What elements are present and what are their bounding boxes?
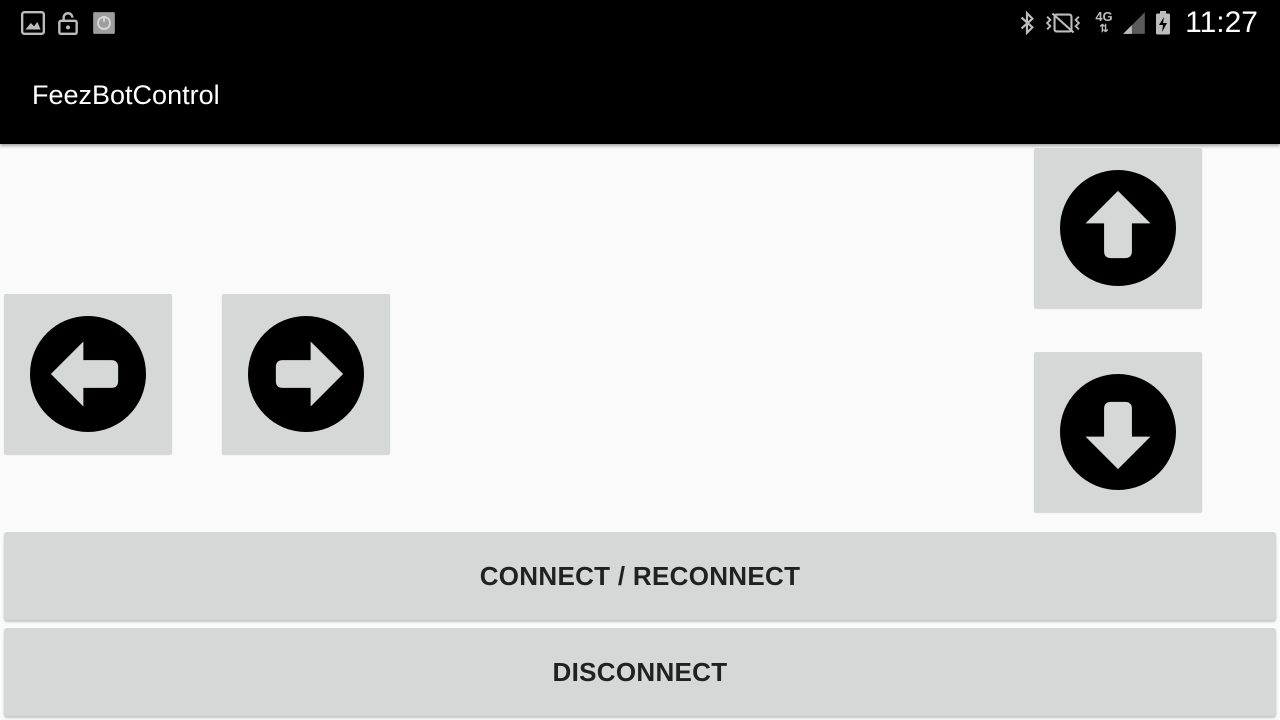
clock-time: 11:27 xyxy=(1185,6,1258,39)
arrow-left-circle-icon xyxy=(30,316,146,432)
left-button[interactable] xyxy=(4,294,172,454)
arrow-right-circle-icon xyxy=(248,316,364,432)
network-label: 4G xyxy=(1095,9,1113,24)
app-title: FeezBotControl xyxy=(32,80,220,110)
battery-charging-icon xyxy=(1156,11,1170,35)
backward-button[interactable] xyxy=(1034,352,1202,512)
status-bar: 4G ⇅ 11:27 xyxy=(0,0,1280,48)
forward-button[interactable] xyxy=(1034,148,1202,308)
app-bar: FeezBotControl xyxy=(0,48,1280,144)
connect-button[interactable]: CONNECT / RECONNECT xyxy=(4,532,1276,620)
right-button[interactable] xyxy=(222,294,390,454)
network-4g-icon: 4G ⇅ xyxy=(1095,9,1113,35)
gallery-icon xyxy=(20,10,46,36)
vibrate-icon xyxy=(1045,12,1081,34)
bluetooth-icon xyxy=(1020,10,1034,36)
signal-icon xyxy=(1123,12,1145,34)
arrow-down-circle-icon xyxy=(1060,374,1176,490)
app-icon xyxy=(93,12,115,34)
disconnect-button[interactable]: DISCONNECT xyxy=(4,628,1276,716)
lock-icon xyxy=(58,12,78,36)
disconnect-button-label: DISCONNECT xyxy=(552,656,728,687)
connect-button-label: CONNECT / RECONNECT xyxy=(479,560,801,591)
arrow-up-circle-icon xyxy=(1060,170,1176,286)
